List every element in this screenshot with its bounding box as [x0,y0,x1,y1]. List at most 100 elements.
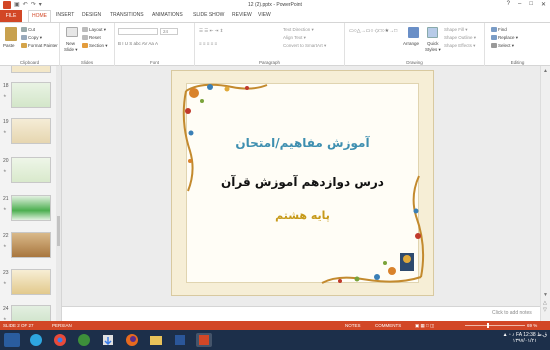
zoom-slider-knob[interactable] [487,323,489,328]
thumbnail-image[interactable] [11,157,51,183]
file-explorer-icon[interactable] [148,333,164,347]
new-slide-icon[interactable] [66,27,78,37]
thumbnail-slide-20[interactable]: 20 ★ [0,156,56,186]
thumbnail-partial[interactable] [0,66,56,76]
slide[interactable]: آموزش مفاهیم/امتحان درس دوازدهم آموزش قر… [171,70,434,296]
quick-styles-button[interactable]: Quick [427,41,439,46]
tab-insert[interactable]: INSERT [56,12,74,18]
shape-fill-button[interactable]: Shape Fill ▾ [444,27,468,33]
align-text-button[interactable]: Align Text ▾ [283,35,306,41]
chrome-icon[interactable] [52,333,68,347]
new-slide-button[interactable]: New [66,41,75,46]
view-buttons[interactable]: ▣ ▦ □ ◫ [415,323,434,329]
star-icon: ★ [3,129,7,134]
ribbon-tabs: FILE HOME INSERT DESIGN TRANSITIONS ANIM… [0,10,550,22]
system-tray[interactable]: ▲ ▫ ♪ FA 12:38 ق.ظ ۱۳۹۷/۰۱/۲۱ [503,332,547,344]
drawing-group-label: Drawing [406,60,423,65]
thumbnail-scrollbar[interactable] [56,66,61,321]
font-size-box[interactable]: 24 [160,28,178,35]
notes-pane[interactable]: Click to add notes [62,306,540,321]
thumbnail-image[interactable] [11,82,51,108]
tab-review[interactable]: REVIEW [232,12,252,18]
tab-slide-show[interactable]: SLIDE SHOW [193,12,224,18]
font-format-buttons[interactable]: B I U S abc AV Aa A [118,41,158,46]
section-button[interactable]: Section ▾ [82,43,108,49]
thumbnail-slide-23[interactable]: 23 ★ [0,268,56,298]
zoom-level[interactable]: 69 % [527,323,537,328]
word-icon[interactable] [172,333,188,347]
zoom-slider[interactable] [465,323,525,328]
thumbnail-image[interactable] [11,269,51,295]
minimize-button[interactable]: – [518,1,521,8]
thumbnail-image[interactable] [11,305,51,321]
quick-styles-dropdown[interactable]: Styles ▾ [425,47,441,53]
copy-button[interactable]: Copy ▾ [21,35,42,41]
thumbnail-number: 18 [3,83,9,89]
slide-line-2[interactable]: درس دوازدهم آموزش قرآن [172,175,433,189]
powerpoint-taskbar-icon[interactable] [196,333,212,347]
tab-design[interactable]: DESIGN [82,12,101,18]
firefox-icon[interactable] [124,333,140,347]
select-button[interactable]: Select ▾ [491,43,514,49]
thumbnail-slide-19[interactable]: 19 ★ [0,117,56,147]
scroll-up-icon[interactable]: ▲ [543,68,548,74]
text-direction-button[interactable]: Text Direction ▾ [283,27,314,33]
notes-placeholder[interactable]: Click to add notes [492,310,532,316]
thumbnail-slide-18[interactable]: 18 ★ [0,81,56,111]
notes-button[interactable]: NOTES [345,323,361,328]
reset-button[interactable]: Reset [82,35,101,41]
slide-thumbnails-pane[interactable]: 18 ★ 19 ★ 20 ★ 21 ★ 22 ★ 23 ★ 24 ★ [0,66,62,321]
next-slide-icon[interactable]: ▽ [543,307,547,313]
shape-effects-button[interactable]: Shape Effects ▾ [444,43,475,49]
format-painter-button[interactable]: Format Painter [21,43,58,49]
scissors-icon [21,27,27,33]
replace-button[interactable]: Replace ▾ [491,35,518,41]
quick-styles-icon[interactable] [427,27,438,38]
tab-animations[interactable]: ANIMATIONS [152,12,183,18]
align-buttons[interactable]: ≡ ≡ ≡ ≡ ≡ [199,41,217,46]
tab-view[interactable]: VIEW [258,12,271,18]
internet-download-icon[interactable] [100,333,116,347]
shape-outline-button[interactable]: Shape Outline ▾ [444,35,476,41]
thumbnail-image[interactable] [11,195,51,221]
media-player-icon[interactable] [76,333,92,347]
paste-button[interactable]: Paste [3,43,15,48]
clock-date[interactable]: ۱۳۹۷/۰۱/۲۱ [513,338,537,344]
close-button[interactable]: ✕ [541,1,546,8]
tab-home[interactable]: HOME [28,10,51,22]
new-slide-dropdown[interactable]: Slide ▾ [64,47,78,53]
previous-slide-icon[interactable]: △ [543,300,547,306]
language-indicator[interactable]: PERSIAN [52,323,72,328]
start-button-icon[interactable] [4,333,20,347]
search-icon [491,27,497,33]
font-name-box[interactable] [118,28,158,35]
tab-file[interactable]: FILE [0,10,22,22]
thumbnail-image[interactable] [11,66,51,73]
slide-line-3[interactable]: پایه هشتم [172,209,433,222]
thumbnail-slide-24[interactable]: 24 ★ [0,304,56,321]
copy-icon [21,35,27,41]
thumbnail-image[interactable] [11,118,51,144]
shapes-gallery[interactable]: ▭○△→▭○ ◇□○★→□ [349,28,399,34]
help-button[interactable]: ? [507,1,510,8]
canvas-scrollbar[interactable]: ▲ ▼ △ ▽ [540,66,550,321]
thumbnail-slide-21[interactable]: 21 ★ [0,194,56,224]
brush-icon [21,43,27,49]
slide-line-1[interactable]: آموزش مفاهیم/امتحان [172,136,433,150]
scrollbar-thumb[interactable] [57,216,60,246]
restore-button[interactable]: □ [529,1,533,8]
tab-transitions[interactable]: TRANSITIONS [110,12,144,18]
paste-icon[interactable] [5,27,17,41]
convert-smartart-button[interactable]: Convert to SmartArt ▾ [283,43,326,49]
scroll-down-icon[interactable]: ▼ [543,292,548,298]
telegram-icon[interactable] [28,333,44,347]
cut-button[interactable]: Cut [21,27,35,33]
arrange-icon[interactable] [408,27,419,38]
thumbnail-slide-22[interactable]: 22 ★ [0,231,56,261]
layout-button[interactable]: Layout ▾ [82,27,106,33]
arrange-button[interactable]: Arrange [403,41,419,46]
thumbnail-image[interactable] [11,232,51,258]
find-button[interactable]: Find [491,27,507,33]
list-buttons[interactable]: ☰ ☰ ⇤ ⇥ ⇕ [199,28,223,34]
comments-button[interactable]: COMMENTS [375,323,401,328]
